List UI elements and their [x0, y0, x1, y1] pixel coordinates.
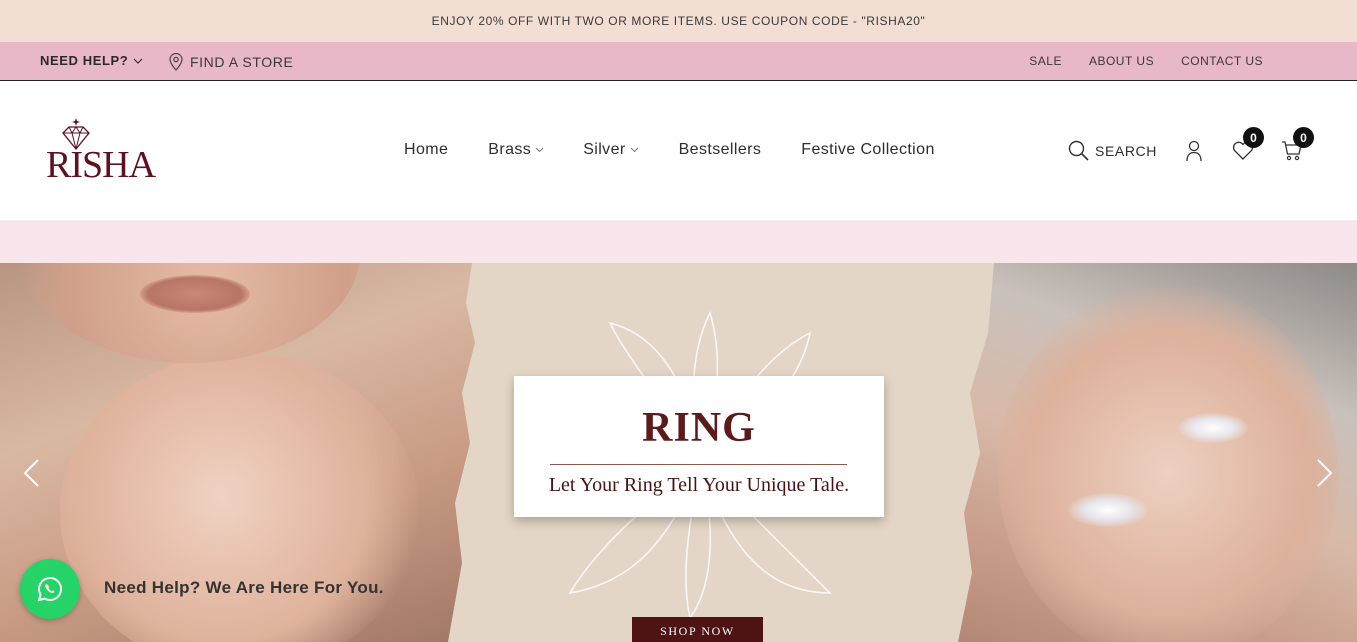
nav-brass[interactable]: Brass [488, 141, 544, 159]
nav-home-label: Home [404, 141, 449, 158]
need-help-dropdown[interactable]: NEED HELP? [40, 53, 143, 68]
hand-shape [998, 283, 1338, 642]
need-help-label: NEED HELP? [40, 53, 129, 68]
sale-link[interactable]: SALE [1029, 54, 1062, 68]
hero-title: RING [642, 405, 756, 451]
announcement-text: ENJOY 20% OFF WITH TWO OR MORE ITEMS. US… [431, 14, 926, 28]
nav-silver-label: Silver [583, 141, 626, 158]
brand-logo[interactable]: RISHA [46, 118, 158, 186]
wishlist-button[interactable]: 0 [1232, 127, 1264, 165]
utility-links: SALE ABOUT US CONTACT US [1029, 54, 1263, 68]
nav-festive-label: Festive Collection [801, 141, 935, 158]
hero-divider [550, 464, 847, 465]
nav-bestsellers[interactable]: Bestsellers [679, 141, 762, 159]
utility-bar: NEED HELP? FIND A STORE SALE ABOUT US CO… [0, 42, 1357, 81]
chevron-left-icon [23, 459, 39, 487]
hero-text-card: RING Let Your Ring Tell Your Unique Tale… [514, 376, 884, 517]
hero-image-right [958, 263, 1357, 642]
wishlist-count-badge: 0 [1243, 127, 1264, 148]
search-button[interactable]: SEARCH [1068, 140, 1157, 161]
nav-bestsellers-label: Bestsellers [678, 141, 762, 158]
chevron-down-icon [630, 147, 638, 153]
ring-sparkle [1068, 493, 1148, 527]
chevron-down-icon [133, 58, 143, 64]
carousel-prev-button[interactable] [22, 458, 40, 493]
hand-shape [60, 353, 420, 642]
ring-sparkle [1178, 413, 1248, 443]
account-button[interactable] [1185, 140, 1203, 167]
location-pin-icon [169, 53, 183, 71]
nav-home[interactable]: Home [404, 141, 448, 159]
contact-us-link[interactable]: CONTACT US [1181, 54, 1263, 68]
hero-subtitle: Let Your Ring Tell Your Unique Tale. [548, 474, 850, 496]
shop-now-button[interactable]: SHOP NOW [632, 617, 763, 642]
whatsapp-button[interactable] [20, 559, 80, 619]
cart-count-badge: 0 [1293, 127, 1314, 148]
chevron-right-icon [1317, 459, 1333, 487]
whatsapp-icon [37, 576, 62, 602]
nav-brass-label: Brass [488, 141, 532, 158]
whatsapp-help-text: Need Help? We Are Here For You. [104, 578, 384, 597]
find-store-link[interactable]: FIND A STORE [168, 53, 293, 71]
nav-festive-collection[interactable]: Festive Collection [801, 141, 934, 159]
nav-silver[interactable]: Silver [583, 141, 638, 159]
chevron-down-icon [535, 147, 544, 153]
promo-strip [0, 220, 1357, 263]
about-us-link[interactable]: ABOUT US [1089, 54, 1154, 68]
lips-shape [140, 275, 250, 313]
search-label: SEARCH [1095, 142, 1157, 159]
cart-button[interactable]: 0 [1281, 127, 1314, 166]
search-icon [1068, 140, 1089, 161]
logo-wordmark: RISHA [46, 144, 156, 186]
find-store-label: FIND A STORE [190, 54, 294, 70]
main-header: RISHA Home Brass Silver Bestsellers Fest… [0, 81, 1357, 220]
carousel-next-button[interactable] [1316, 458, 1334, 493]
user-icon [1186, 140, 1202, 162]
announcement-bar: ENJOY 20% OFF WITH TWO OR MORE ITEMS. US… [0, 0, 1357, 42]
main-nav: Home Brass Silver Bestsellers Festive Co… [404, 141, 935, 159]
